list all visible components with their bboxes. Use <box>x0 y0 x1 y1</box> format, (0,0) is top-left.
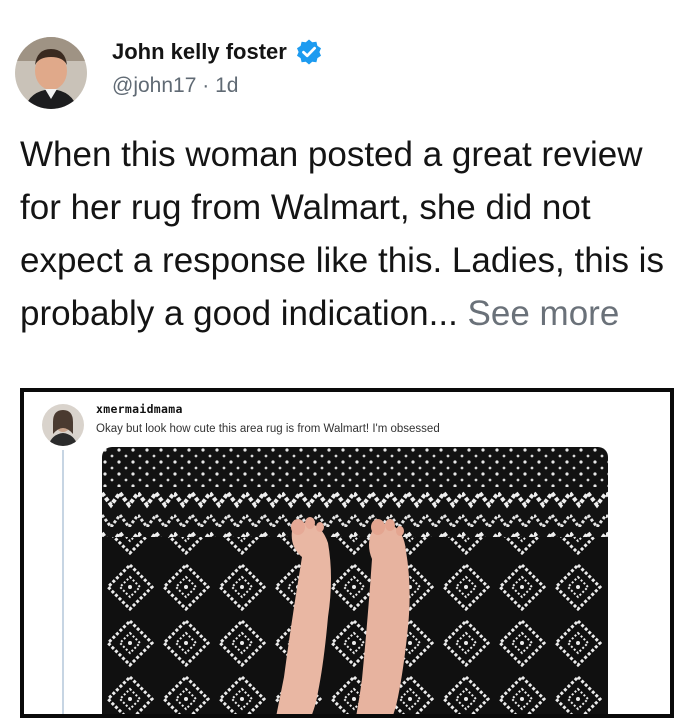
author-handle[interactable]: @john17 <box>112 74 196 97</box>
post-text: When this woman posted a great review fo… <box>20 128 680 340</box>
see-more-link[interactable]: See more <box>468 294 620 333</box>
post-time[interactable]: 1d <box>215 74 238 97</box>
author-name-row: John kelly foster <box>112 38 323 66</box>
thread-line <box>62 450 64 714</box>
author-name[interactable]: John kelly foster <box>112 39 287 65</box>
verified-badge-icon <box>295 38 323 66</box>
embedded-post: xmermaidmama Okay but look how cute this… <box>24 392 670 714</box>
meta-separator: · <box>196 74 216 97</box>
embedded-handle: xmermaidmama <box>96 402 183 416</box>
rug-photo <box>102 447 608 714</box>
author-avatar[interactable] <box>15 37 87 109</box>
embedded-text: Okay but look how cute this area rug is … <box>96 423 440 435</box>
embedded-avatar <box>42 404 84 446</box>
post-meta: @john17 · 1d <box>112 74 238 98</box>
embedded-post-image[interactable]: xmermaidmama Okay but look how cute this… <box>20 388 674 718</box>
